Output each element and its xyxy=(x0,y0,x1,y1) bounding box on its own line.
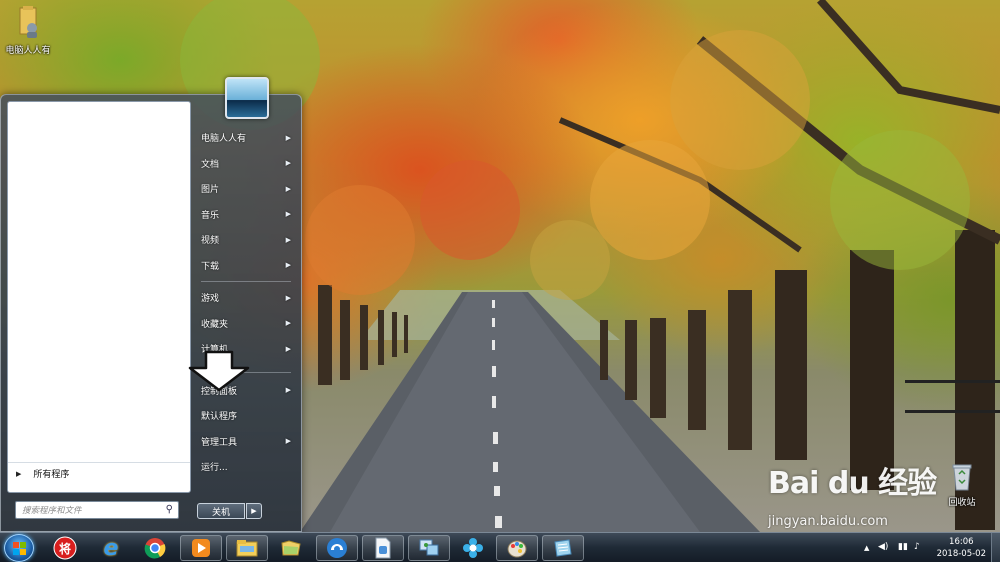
taskbar-app-chrome[interactable] xyxy=(134,535,176,561)
start-search-input[interactable]: 搜索程序和文件 ⚲ xyxy=(15,501,179,519)
taskbar: 将 e ▲ ◀) ▮▮ ♪ 16:06 2018-05-02 xyxy=(0,532,1000,562)
menu-item-label: 管理工具 xyxy=(201,437,238,448)
taskbar-app-network[interactable] xyxy=(408,535,450,561)
desktop-icon-label: 回收站 xyxy=(948,498,976,508)
menu-item-downloads[interactable]: 下载 ▶ xyxy=(193,253,299,279)
document-icon xyxy=(375,537,391,559)
network-icon xyxy=(419,539,439,556)
submenu-arrow-icon: ▶ xyxy=(285,386,291,395)
show-desktop-button[interactable] xyxy=(991,533,1000,562)
shutdown-label: 关机 xyxy=(211,507,230,518)
submenu-arrow-icon: ▶ xyxy=(285,235,291,244)
network-status-icon[interactable]: ▮▮ xyxy=(898,542,908,552)
menu-item-default-programs[interactable]: 默认程序 xyxy=(193,403,299,429)
menu-item-label: 运行... xyxy=(201,463,228,474)
shutdown-button[interactable]: 关机 xyxy=(197,503,245,519)
shutdown-options-button[interactable]: ▶ xyxy=(246,503,262,519)
start-menu: ▶ 所有程序 搜索程序和文件 ⚲ 电脑人人有 ▶ 文档 ▶ 图片 ▶ 音乐 ▶ 视频 ▶ … xyxy=(0,77,302,532)
submenu-arrow-icon: ▶ xyxy=(285,184,291,193)
start-menu-programs-pane: ▶ 所有程序 xyxy=(7,101,191,493)
taskbar-app-jiang[interactable]: 将 xyxy=(44,535,86,561)
volume-icon[interactable]: ◀) xyxy=(878,542,888,552)
menu-item-label: 图片 xyxy=(201,185,220,196)
menu-item-pictures[interactable]: 图片 ▶ xyxy=(193,176,299,202)
recycle-bin-icon xyxy=(952,464,972,491)
menu-item-label: 音乐 xyxy=(201,210,220,221)
taskbar-app-paint[interactable] xyxy=(496,535,538,561)
start-menu-right-list: 电脑人人有 ▶ 文档 ▶ 图片 ▶ 音乐 ▶ 视频 ▶ 下载 ▶ 游戏 ▶ 收藏夹 ▶ 计算机 ▶… xyxy=(193,125,299,480)
taskbar-app-document[interactable] xyxy=(362,535,404,561)
all-programs-label: 所有程序 xyxy=(33,470,70,480)
all-programs-button[interactable]: ▶ 所有程序 xyxy=(8,462,190,484)
menu-item-music[interactable]: 音乐 ▶ xyxy=(193,202,299,228)
submenu-arrow-icon: ▶ xyxy=(285,344,291,353)
taskbar-app-flower[interactable] xyxy=(452,535,494,561)
menu-item-label: 下载 xyxy=(201,261,220,272)
submenu-arrow-icon: ▶ xyxy=(285,293,291,302)
taskbar-app-ie[interactable]: e xyxy=(90,535,132,561)
triangle-right-icon: ▶ xyxy=(16,469,22,478)
search-icon[interactable]: ⚲ xyxy=(166,504,173,515)
system-tray: ▲ ◀) ▮▮ ♪ 16:06 2018-05-02 xyxy=(860,533,1000,562)
paint-icon xyxy=(507,540,527,558)
notebook-icon xyxy=(554,539,572,557)
watermark-url: jingyan.baidu.com xyxy=(768,514,888,529)
submenu-arrow-icon: ▶ xyxy=(285,319,291,328)
menu-item-games[interactable]: 游戏 ▶ xyxy=(193,285,299,311)
sound-icon[interactable]: ♪ xyxy=(914,542,920,552)
show-hidden-icons-icon[interactable]: ▲ xyxy=(864,544,869,552)
desktop-icon-recycle-bin[interactable]: 回收站 xyxy=(944,462,980,508)
menu-item-label: 文档 xyxy=(201,159,220,170)
jiang-glyph: 将 xyxy=(58,541,71,556)
submenu-arrow-icon: ▶ xyxy=(285,261,291,270)
menu-item-label: 默认程序 xyxy=(201,412,238,423)
windows-logo-icon xyxy=(13,542,27,556)
desktop-icon-user-folder[interactable]: 电脑人人有 xyxy=(2,4,54,56)
flower-app-icon xyxy=(463,538,483,558)
start-button[interactable] xyxy=(4,534,34,562)
folder-icon xyxy=(281,540,301,556)
search-placeholder: 搜索程序和文件 xyxy=(22,506,82,516)
submenu-arrow-icon: ▶ xyxy=(285,210,291,219)
user-picture[interactable] xyxy=(225,77,269,119)
browser-icon xyxy=(327,538,347,558)
menu-item-videos[interactable]: 视频 ▶ xyxy=(193,227,299,253)
chrome-icon xyxy=(144,538,166,559)
menu-item-label: 收藏夹 xyxy=(201,319,229,330)
menu-item-label: 电脑人人有 xyxy=(201,134,247,145)
annotation-down-arrow-icon xyxy=(188,350,250,392)
baidu-watermark: Bai du 经验 jingyan.baidu.com xyxy=(768,458,937,529)
clock[interactable]: 16:06 2018-05-02 xyxy=(937,536,986,560)
clock-time: 16:06 xyxy=(949,537,974,547)
menu-item-label: 视频 xyxy=(201,236,220,247)
menu-item-admin-tools[interactable]: 管理工具 ▶ xyxy=(193,429,299,455)
menu-item-user[interactable]: 电脑人人有 ▶ xyxy=(193,125,299,151)
menu-separator xyxy=(201,281,291,282)
menu-item-run[interactable]: 运行... xyxy=(193,454,299,480)
file-explorer-icon xyxy=(236,540,258,557)
menu-item-favorites[interactable]: 收藏夹 ▶ xyxy=(193,311,299,337)
taskbar-app-browser[interactable] xyxy=(316,535,358,561)
menu-item-documents[interactable]: 文档 ▶ xyxy=(193,151,299,177)
internet-explorer-icon: e xyxy=(103,535,119,561)
triangle-right-icon: ▶ xyxy=(251,507,257,515)
clock-date: 2018-05-02 xyxy=(936,549,986,559)
taskbar-app-notebook[interactable] xyxy=(542,535,584,561)
taskbar-app-media-player[interactable] xyxy=(180,535,222,561)
taskbar-app-folder[interactable] xyxy=(270,535,312,561)
user-folder-icon xyxy=(19,6,37,38)
watermark-logo: Bai du 经验 xyxy=(768,466,937,501)
submenu-arrow-icon: ▶ xyxy=(285,159,291,168)
media-player-icon xyxy=(192,539,210,557)
menu-item-label: 游戏 xyxy=(201,294,220,305)
submenu-arrow-icon: ▶ xyxy=(285,133,291,142)
desktop-icon-label: 电脑人人有 xyxy=(5,46,51,56)
submenu-arrow-icon: ▶ xyxy=(285,437,291,446)
taskbar-app-explorer[interactable] xyxy=(226,535,268,561)
